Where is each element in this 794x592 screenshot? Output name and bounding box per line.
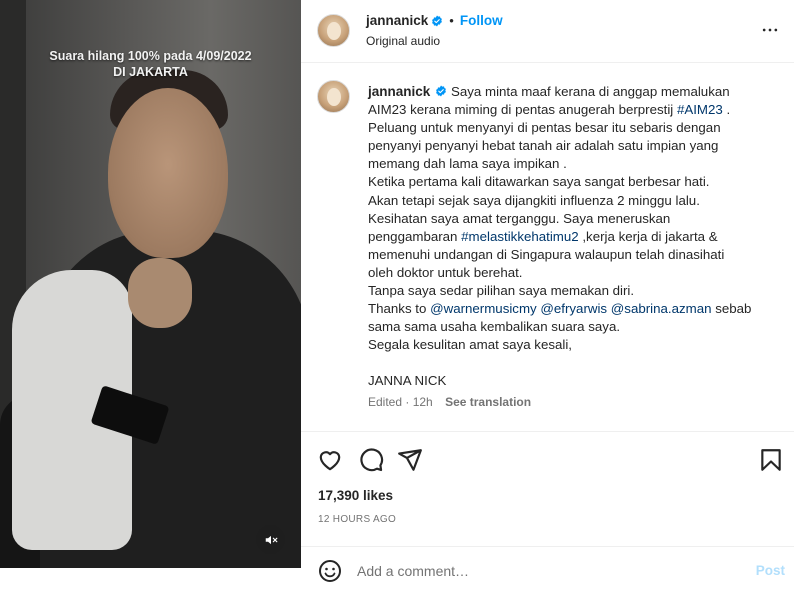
- caption-line: jannanick Saya minta maaf kerana di angg…: [368, 83, 778, 101]
- caption-meta: Edited · 12h See translation: [368, 395, 531, 409]
- verified-badge-icon: [432, 15, 443, 26]
- caption-text-fragment: Tanpa saya sedar pilihan saya memakan di…: [368, 283, 635, 299]
- post-timestamp: 12 HOURS AGO: [318, 514, 397, 525]
- caption-text-fragment: oleh doktor untuk berehat.: [368, 264, 523, 280]
- caption-line: Kesihatan saya amat terganggu. Saya mene…: [368, 210, 778, 228]
- follow-button[interactable]: Follow: [460, 13, 503, 28]
- mention-link[interactable]: @efryarwis: [540, 301, 607, 316]
- caption-text: jannanick Saya minta maaf kerana di angg…: [368, 83, 778, 391]
- caption-text-fragment: memang dah lama saya impikan .: [368, 156, 567, 172]
- speaker-muted-icon: [265, 535, 277, 544]
- caption-line: oleh doktor untuk berehat.: [368, 264, 778, 282]
- see-translation-link[interactable]: See translation: [445, 395, 531, 409]
- hashtag-link[interactable]: #AIM23: [677, 102, 723, 117]
- heart-icon[interactable]: [317, 447, 343, 473]
- caption-line: penyanyi penyanyi hebat tanah air adalah…: [368, 137, 778, 155]
- video-person-hand: [128, 258, 192, 328]
- post-button[interactable]: Post: [756, 563, 785, 578]
- video-person-face: [108, 88, 228, 258]
- post-header: jannanick • Follow Original audio: [301, 0, 794, 63]
- caption-text-fragment: Kesihatan saya amat terganggu. Saya mene…: [368, 210, 671, 226]
- caption-text-fragment: Peluang untuk menyanyi di pentas besar i…: [368, 120, 721, 136]
- caption-text-fragment: sama sama usaha kembalikan suara saya.: [368, 319, 621, 335]
- caption-line: sama sama usaha kembalikan suara saya.: [368, 318, 778, 336]
- post-caption: jannanick Saya minta maaf kerana di angg…: [301, 64, 794, 432]
- caption-text-fragment: memenuhi undangan di Singapura walaupun …: [368, 246, 725, 262]
- reel-video[interactable]: Suara hilang 100% pada 4/09/2022 DI JAKA…: [0, 0, 301, 568]
- caption-line: Tanpa saya sedar pilihan saya memakan di…: [368, 282, 778, 300]
- comment-input[interactable]: [357, 560, 737, 582]
- caption-text-fragment: Thanks to: [368, 301, 431, 317]
- edited-timestamp: Edited · 12h: [368, 395, 433, 409]
- caption-text-fragment: ,kerja kerja di jakarta &: [578, 228, 718, 244]
- caption-line: [368, 354, 778, 372]
- mention-link[interactable]: @sabrina.azman: [611, 301, 712, 316]
- caption-avatar[interactable]: [317, 80, 350, 113]
- caption-line: JANNA NICK: [368, 372, 778, 390]
- caption-line: Akan tetapi sejak saya dijangkiti influe…: [368, 192, 778, 210]
- caption-text-fragment: .: [722, 102, 731, 118]
- caption-text-fragment: penyanyi penyanyi hebat tanah air adalah…: [368, 138, 719, 154]
- verified-badge-icon: [436, 85, 447, 97]
- caption-line: memenuhi undangan di Singapura walaupun …: [368, 246, 778, 264]
- comment-icon[interactable]: [358, 447, 384, 473]
- caption-text-fragment: Ketika pertama kali ditawarkan saya sang…: [368, 174, 710, 190]
- caption-text-fragment: AIM23 kerana miming di pentas anugerah b…: [368, 102, 677, 118]
- video-caption-overlay: Suara hilang 100% pada 4/09/2022 DI JAKA…: [49, 49, 252, 79]
- caption-line: Peluang untuk menyanyi di pentas besar i…: [368, 119, 778, 137]
- caption-text-fragment: penggambaran: [368, 228, 462, 244]
- video-bottom-strip: [0, 568, 301, 592]
- caption-text-fragment: Akan tetapi sejak saya dijangkiti influe…: [368, 192, 700, 208]
- caption-username[interactable]: jannanick: [368, 84, 430, 99]
- emoji-icon[interactable]: [318, 559, 342, 583]
- more-options-icon[interactable]: [760, 20, 780, 40]
- caption-text-fragment: Saya minta maaf kerana di anggap memaluk…: [450, 84, 730, 99]
- post-actions: [301, 433, 794, 483]
- caption-text-fragment: JANNA NICK: [368, 373, 447, 389]
- send-icon[interactable]: [397, 447, 423, 473]
- post-side-panel: jannanick • Follow Original audio jannan…: [301, 0, 794, 592]
- caption-line: Thanks to @warnermusicmy @efryarwis @sab…: [368, 300, 778, 318]
- mention-link[interactable]: @warnermusicmy: [430, 301, 537, 316]
- separator-dot: •: [449, 13, 454, 28]
- header-username-row: jannanick • Follow: [366, 13, 503, 28]
- original-audio-link[interactable]: Original audio: [366, 34, 440, 48]
- caption-line: AIM23 kerana miming di pentas anugerah b…: [368, 101, 778, 119]
- caption-text-fragment: Segala kesulitan amat saya kesali,: [368, 337, 572, 353]
- caption-line: penggambaran #melastikkehatimu2 ,kerja k…: [368, 228, 778, 246]
- hashtag-link[interactable]: #melastikkehatimu2: [461, 229, 579, 244]
- mute-button[interactable]: [256, 525, 285, 554]
- caption-line: memang dah lama saya impikan .: [368, 155, 778, 173]
- avatar[interactable]: [317, 14, 350, 47]
- header-username[interactable]: jannanick: [366, 13, 428, 28]
- comment-bar: Post: [301, 546, 794, 592]
- caption-line: Segala kesulitan amat saya kesali,: [368, 336, 778, 354]
- bookmark-icon[interactable]: [758, 447, 784, 473]
- caption-line: Ketika pertama kali ditawarkan saya sang…: [368, 173, 778, 191]
- caption-text-fragment: sebab: [711, 301, 752, 317]
- likes-count[interactable]: 17,390 likes: [318, 488, 393, 503]
